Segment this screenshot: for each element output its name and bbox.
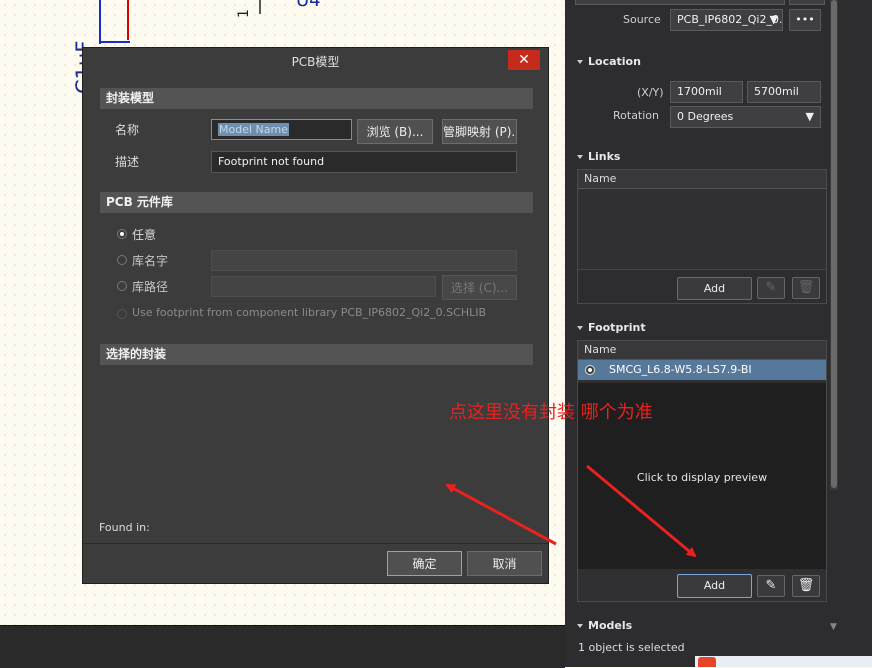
links-delete-trash-icon[interactable]: 🗑: [792, 277, 820, 299]
group-selected-footprint: 选择的封装: [100, 344, 533, 365]
footprint-preview-box: [100, 366, 533, 518]
location-section-title[interactable]: Location: [577, 55, 641, 68]
xy-label: (X/Y): [637, 86, 664, 99]
top-field-stub-2[interactable]: [789, 0, 825, 5]
footprint-title-text: Footprint: [588, 321, 646, 334]
radio-any-label[interactable]: 任意: [132, 226, 156, 243]
footprint-delete-trash-icon[interactable]: 🗑: [792, 575, 820, 597]
designator-label: U4: [296, 0, 321, 11]
links-edit-pencil-icon[interactable]: ✎: [757, 277, 785, 299]
source-select[interactable]: PCB_IP6802_Qi2_0.S ▼: [670, 9, 783, 31]
description-label: 描述: [115, 155, 140, 169]
footer-divider: [83, 543, 548, 544]
ok-button[interactable]: 确定: [387, 551, 462, 576]
radio-any[interactable]: [117, 229, 127, 239]
group-pcb-library: PCB 元件库: [100, 192, 533, 213]
app-logo-icon: [698, 657, 716, 667]
browse-button[interactable]: 浏览 (B)...: [357, 119, 433, 144]
model-name-placeholder: Model Name: [218, 123, 289, 136]
collapse-triangle-icon: [577, 155, 583, 159]
select-button[interactable]: 选择 (C)...: [442, 275, 517, 300]
location-title-text: Location: [588, 55, 641, 68]
collapse-triangle-icon: [577, 60, 583, 64]
links-name-header[interactable]: Name: [578, 170, 826, 189]
chevron-down-icon: ▼: [805, 110, 814, 123]
footprint-item-name: SMCG_L6.8-W5.8-LS7.9-BI: [609, 363, 752, 376]
chevron-down-icon: ▼: [769, 13, 778, 26]
collapse-triangle-icon: [577, 624, 583, 628]
properties-panel: Source PCB_IP6802_Qi2_0.S ▼ ••• Location…: [565, 0, 872, 667]
dialog-title: PCB模型: [291, 55, 340, 69]
footprint-edit-pencil-icon[interactable]: ✎: [757, 575, 785, 597]
pin-map-button[interactable]: 管脚映射 (P)...: [442, 119, 517, 144]
top-field-stub[interactable]: [575, 0, 785, 5]
description-field[interactable]: Footprint not found: [211, 151, 517, 173]
more-icon[interactable]: •••: [789, 9, 821, 31]
name-label: 名称: [115, 123, 140, 137]
group-footprint-model: 封装模型: [100, 88, 533, 109]
scrollbar-thumb[interactable]: [831, 0, 837, 488]
footprint-grid[interactable]: Name SMCG_L6.8-W5.8-LS7.9-BI Click to di…: [577, 340, 827, 602]
x-input[interactable]: 1700mil: [670, 81, 743, 103]
rotation-label: Rotation: [613, 109, 660, 122]
model-name-input[interactable]: Model Name: [211, 119, 352, 140]
links-title-text: Links: [588, 150, 621, 163]
pin-number-label: 1: [236, 9, 252, 18]
collapse-triangle-icon: [577, 326, 583, 330]
cancel-button[interactable]: 取消: [467, 551, 542, 576]
radio-library-path[interactable]: [117, 281, 127, 291]
models-title-text: Models: [588, 619, 633, 632]
source-label: Source: [623, 13, 661, 26]
radio-library-path-label[interactable]: 库路径: [132, 278, 168, 295]
radio-library-name[interactable]: [117, 255, 127, 265]
radio-library-name-label[interactable]: 库名字: [132, 252, 168, 269]
use-component-library-label[interactable]: Use footprint from component library PCB…: [132, 306, 486, 319]
library-name-input[interactable]: [211, 250, 517, 271]
chevron-down-icon: ▼: [830, 622, 837, 632]
rotation-value: 0 Degrees: [677, 110, 734, 123]
footprint-current-radio[interactable]: [585, 365, 595, 375]
source-value: PCB_IP6802_Qi2_0.S: [677, 13, 783, 26]
radio-use-component-library[interactable]: [117, 309, 127, 319]
bottom-tab-bar: [0, 625, 565, 668]
pcb-model-dialog: PCB模型 ✕ 封装模型 名称 Model Name 浏览 (B)... 管脚映…: [82, 47, 549, 584]
links-add-button[interactable]: Add: [677, 277, 752, 300]
library-path-input[interactable]: [211, 276, 436, 297]
found-in-label: Found in:: [99, 521, 150, 534]
y-input[interactable]: 5700mil: [747, 81, 821, 103]
models-section-title[interactable]: Models: [577, 619, 632, 632]
footprint-row-selected[interactable]: SMCG_L6.8-W5.8-LS7.9-BI: [578, 360, 826, 380]
links-section-title[interactable]: Links: [577, 150, 620, 163]
preview-hint: Click to display preview: [636, 471, 768, 484]
footprint-name-header[interactable]: Name: [578, 341, 826, 360]
selection-status: 1 object is selected: [578, 641, 685, 654]
footprint-section-title[interactable]: Footprint: [577, 321, 646, 334]
annotation-text: 点这里没有封装 哪个为准: [449, 402, 653, 423]
panel-scrollbar[interactable]: [830, 0, 838, 490]
close-icon[interactable]: ✕: [508, 50, 540, 70]
taskbar-strip: [695, 656, 872, 667]
footprint-add-button[interactable]: Add: [677, 574, 752, 598]
rotation-select[interactable]: 0 Degrees ▼: [670, 106, 821, 128]
